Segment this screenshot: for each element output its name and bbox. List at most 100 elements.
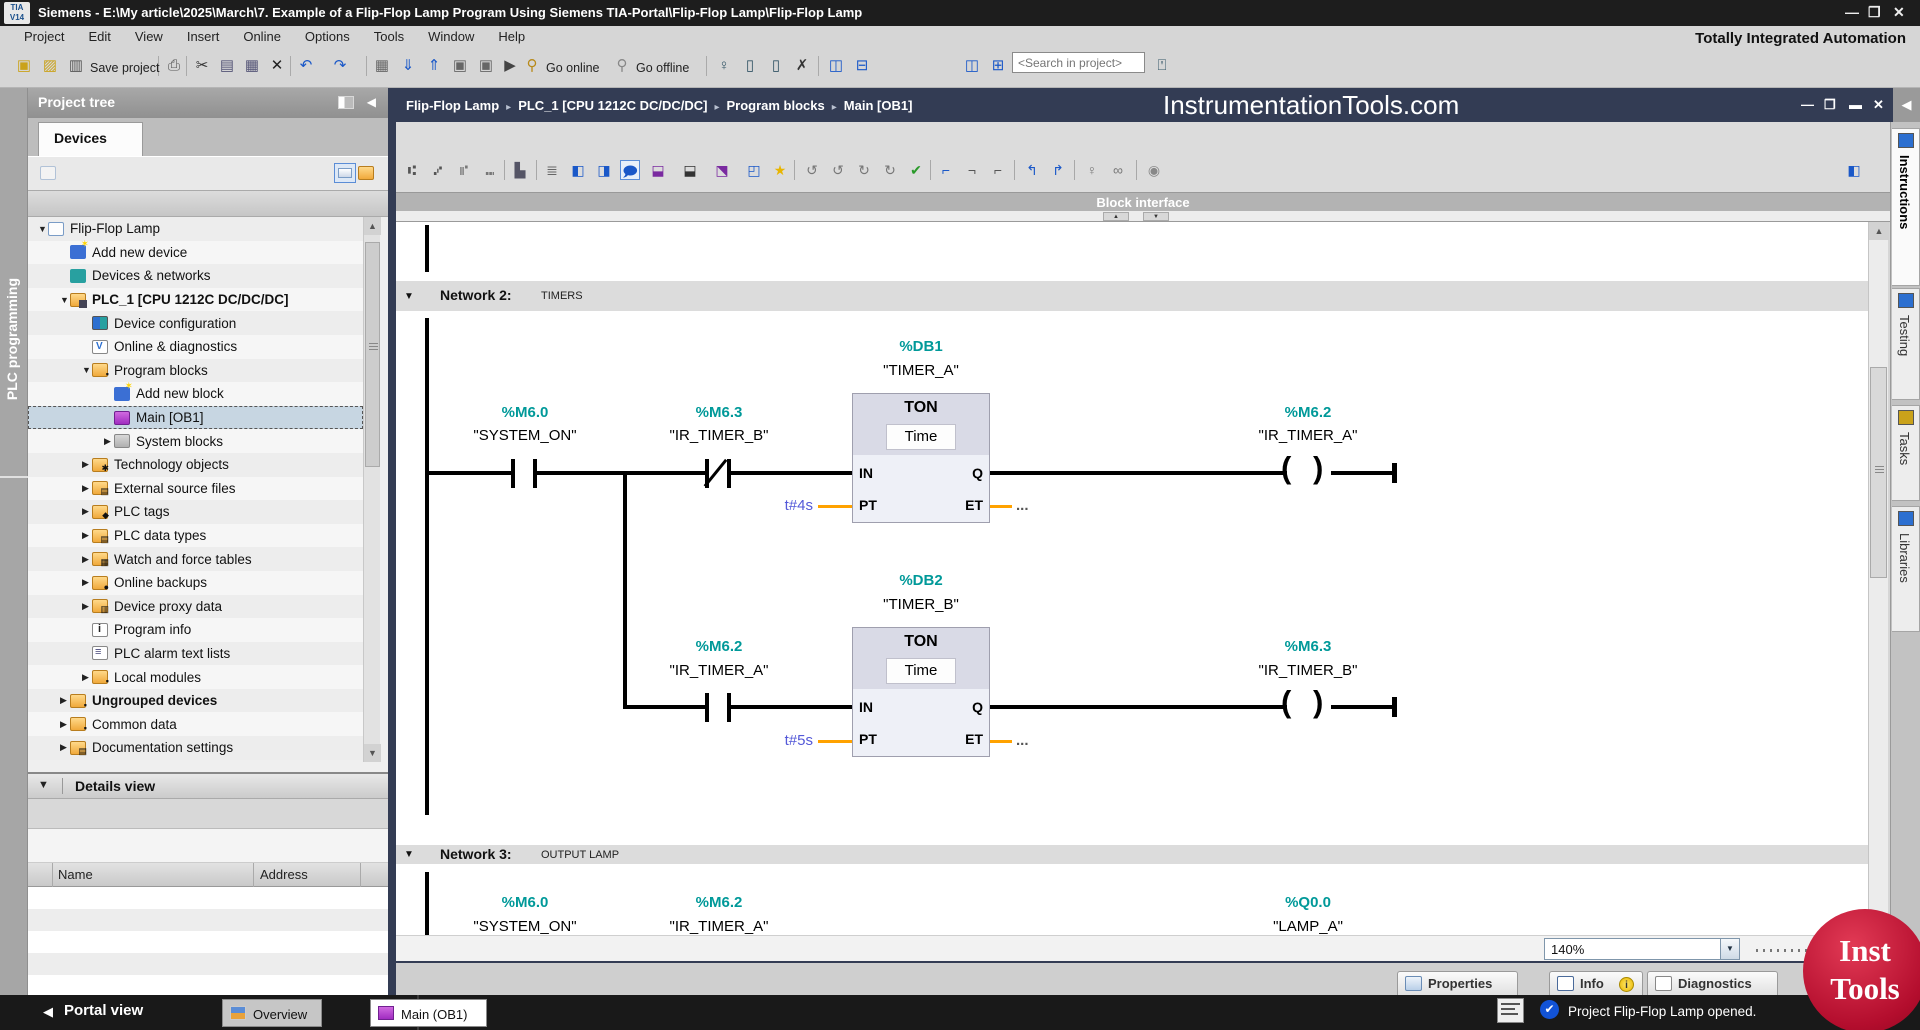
pin-pt[interactable]: PT — [859, 497, 877, 513]
timer-datatype[interactable]: Time — [886, 658, 956, 684]
tree-item-add-new-block[interactable]: Add new block — [28, 381, 363, 406]
close-button[interactable]: ✕ — [1893, 4, 1905, 21]
breadcrumb-item[interactable]: Main [OB1] — [844, 98, 913, 113]
table-view-icon[interactable] — [334, 163, 356, 183]
branch-close-icon[interactable]: ¬ — [962, 160, 982, 180]
contact-address[interactable]: %M6.2 — [696, 894, 743, 911]
network3-collapse-icon[interactable]: ▼ — [404, 849, 414, 860]
tree-item-online-diagnostics[interactable]: Online & diagnostics — [28, 334, 363, 359]
editor-scrollbar-thumb[interactable] — [1870, 367, 1887, 578]
tab-tasks[interactable]: Tasks — [1892, 405, 1920, 501]
call-env2-icon[interactable]: ↺ — [828, 160, 848, 180]
tab-devices[interactable]: Devices — [38, 122, 143, 156]
coil-address[interactable]: %M6.2 — [1285, 404, 1332, 421]
start-cpu-icon[interactable]: ▣ — [450, 56, 470, 76]
upload-from-device-icon[interactable]: ⇑ — [424, 56, 444, 76]
pane-restore-icon[interactable]: ❐ — [1824, 97, 1836, 113]
et-open[interactable]: ... — [1016, 732, 1029, 749]
copy-icon[interactable]: ▤ — [217, 56, 237, 76]
ladder-editor-canvas[interactable]: ▼ Network 2: TIMERS %M6.0 "SYSTEM_ON" %M… — [396, 222, 1868, 935]
zoom-select[interactable]: 140% ▼ — [1544, 938, 1740, 960]
menu-view[interactable]: View — [123, 26, 175, 48]
nav-back-icon[interactable]: ↰ — [1022, 160, 1042, 180]
contact-name[interactable]: "SYSTEM_ON" — [473, 918, 576, 935]
contact-name[interactable]: "IR_TIMER_B" — [669, 427, 768, 444]
tree-scrollbar-thumb[interactable] — [365, 242, 380, 467]
tree-item-common-data[interactable]: ▶ Common data — [28, 712, 363, 737]
contact-address[interactable]: %M6.0 — [502, 894, 549, 911]
goto-prev-icon[interactable]: ↻ — [854, 160, 874, 180]
undo-icon[interactable]: ↶ — [296, 56, 316, 76]
branch-open-icon[interactable]: ⌐ — [936, 160, 956, 180]
print-icon[interactable]: ⎙ — [164, 56, 184, 76]
insert-fc-icon[interactable]: ⬓ — [680, 160, 700, 180]
menu-online[interactable]: Online — [231, 26, 293, 48]
tab-overview[interactable]: Overview — [222, 999, 322, 1027]
split-editor-h-icon[interactable]: ◫ — [826, 56, 846, 76]
tree-item-main-ob1[interactable]: Main [OB1] — [28, 405, 363, 430]
start-simulation-icon[interactable]: ▯ — [740, 56, 760, 76]
new-item-icon[interactable] — [40, 166, 56, 180]
coil-name[interactable]: "IR_TIMER_B" — [1258, 662, 1357, 679]
menu-help[interactable]: Help — [486, 26, 537, 48]
tree-expand-icon[interactable]: ▶ — [82, 483, 92, 494]
tree-item-plc-data-types[interactable]: ▶ PLC data types — [28, 523, 363, 548]
tab-main-ob1[interactable]: Main (OB1) — [370, 999, 487, 1027]
tab-properties[interactable]: Properties — [1397, 971, 1518, 997]
project-library-icon[interactable]: ⍞ — [1152, 56, 1172, 76]
pin-q[interactable]: Q — [972, 465, 983, 481]
tree-item-plc-alarm-text-lists[interactable]: PLC alarm text lists — [28, 641, 363, 666]
tree-expand-icon[interactable]: ▶ — [104, 436, 114, 447]
window2-icon[interactable]: ⊞ — [988, 56, 1008, 76]
pin-in[interactable]: IN — [859, 465, 873, 481]
align3-icon[interactable]: ◨ — [594, 160, 614, 180]
tree-expand-icon[interactable]: ▶ — [60, 695, 70, 706]
collapse-right-panel-icon[interactable]: ◀ — [1893, 88, 1920, 122]
align1-icon[interactable]: ≣ — [542, 160, 562, 180]
ton-timer-block[interactable]: TON Time IN Q PT ET — [852, 393, 990, 523]
pin-pt[interactable]: PT — [859, 731, 877, 747]
editor-scrollbar[interactable]: ▲ ▼ — [1868, 222, 1889, 935]
coil-address[interactable]: %Q0.0 — [1285, 894, 1331, 911]
tree-expand-icon[interactable]: ▶ — [82, 530, 92, 541]
network2-header[interactable]: ▼ Network 2: TIMERS — [396, 281, 1868, 311]
tab-libraries[interactable]: Libraries — [1892, 506, 1920, 632]
open-project-icon[interactable]: ▨ — [40, 56, 60, 76]
timer-db[interactable]: %DB2 — [899, 572, 942, 589]
paste-icon[interactable]: ▦ — [242, 56, 262, 76]
restore-button[interactable]: ❐ — [1868, 4, 1881, 21]
pin-et[interactable]: ET — [965, 731, 983, 747]
coil[interactable]: ( — [1281, 684, 1291, 720]
splitter-down-icon[interactable]: ▼ — [1143, 212, 1169, 221]
menu-edit[interactable]: Edit — [76, 26, 122, 48]
comment-toggle-icon[interactable]: 🗩 — [620, 160, 640, 180]
rt-icon[interactable]: ▶ — [500, 56, 520, 76]
tree-item-device-proxy-data[interactable]: ▶ Device proxy data — [28, 594, 363, 619]
tree-expand-icon[interactable]: ▼ — [38, 224, 48, 234]
editor-settings-icon[interactable]: ◧ — [1844, 160, 1864, 180]
branch-up-icon[interactable]: ⌐ — [988, 160, 1008, 180]
cut-icon[interactable]: ✂ — [192, 56, 212, 76]
tree-item-add-new-device[interactable]: Add new device — [28, 239, 363, 265]
insert-network-icon[interactable]: ⑆ — [402, 160, 422, 180]
tree-item-flip-flop-lamp[interactable]: ▼ Flip-Flop Lamp — [28, 217, 363, 241]
tree-scrollbar[interactable]: ▲ ▼ — [363, 217, 381, 762]
tree-item-watch-and-force-tables[interactable]: ▶ Watch and force tables — [28, 547, 363, 571]
minimize-button[interactable]: — — [1845, 4, 1859, 20]
contact-name[interactable]: "IR_TIMER_A" — [669, 918, 768, 935]
insert-empty-box-icon[interactable]: ◰ — [744, 160, 764, 180]
go-offline-icon[interactable]: ⚲ — [612, 56, 632, 76]
redo-icon[interactable]: ↷ — [330, 56, 350, 76]
nav-fwd-icon[interactable]: ↱ — [1048, 160, 1068, 180]
insert-row-icon[interactable]: ⑈ — [454, 160, 474, 180]
portal-view-button[interactable]: Portal view — [64, 1002, 143, 1019]
accessible-devices-icon[interactable]: ♀ — [714, 56, 734, 76]
cross-reference-icon[interactable]: ✗ — [792, 56, 812, 76]
new-project-icon[interactable]: ▣ — [14, 56, 34, 76]
pin-q[interactable]: Q — [972, 699, 983, 715]
tab-instructions[interactable]: Instructions — [1892, 128, 1920, 286]
breadcrumb-item[interactable]: Flip-Flop Lamp — [406, 98, 499, 113]
tree-expand-icon[interactable]: ▼ — [82, 365, 92, 375]
splitter-up-icon[interactable]: ▲ — [1103, 212, 1129, 221]
breadcrumb-item[interactable]: PLC_1 [CPU 1212C DC/DC/DC] — [518, 98, 707, 113]
